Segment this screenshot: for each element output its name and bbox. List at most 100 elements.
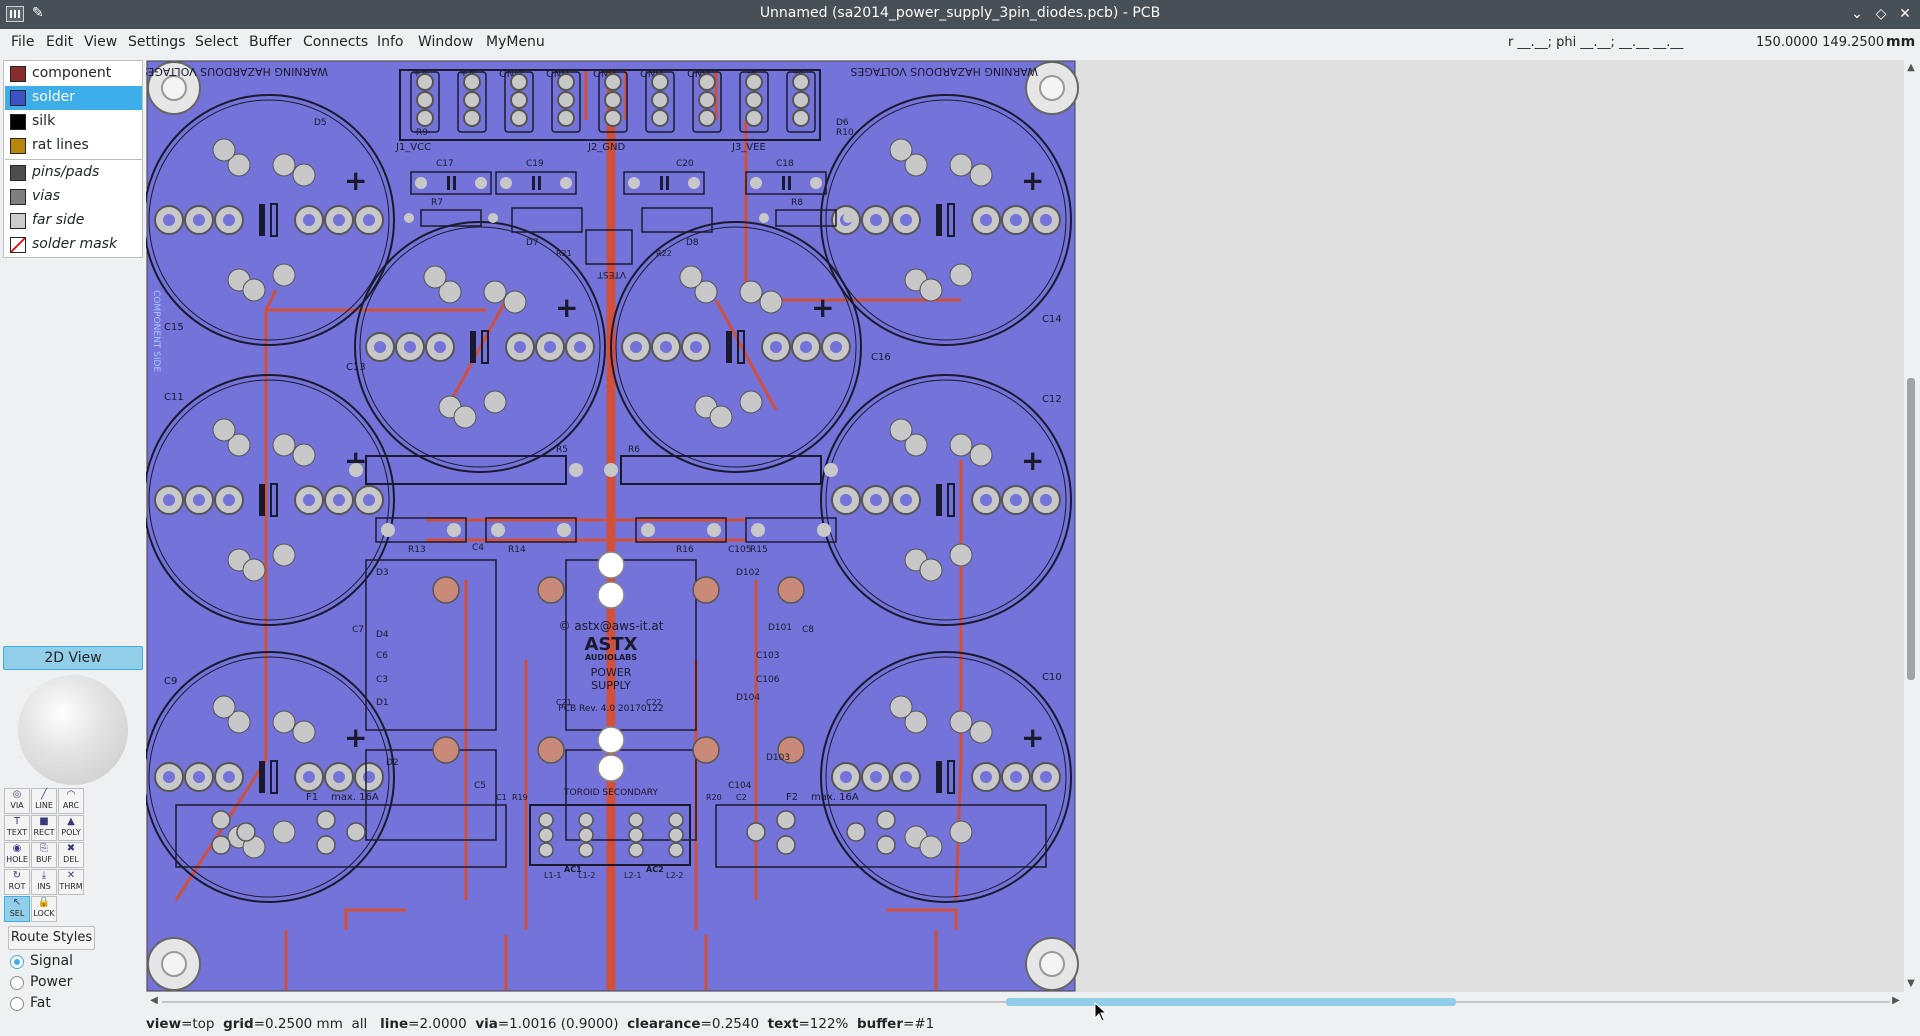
capacitor-pad[interactable]: [949, 153, 973, 177]
layer-color-swatch[interactable]: [10, 237, 26, 253]
connector-pad[interactable]: [604, 109, 622, 127]
connector-pad[interactable]: [416, 91, 434, 109]
small-cap-pad[interactable]: [415, 177, 427, 189]
capacitor-pad[interactable]: [423, 265, 447, 289]
capacitor-pad[interactable]: [969, 163, 993, 187]
capacitor-pad[interactable]: [889, 418, 913, 442]
capacitor-pad[interactable]: [292, 443, 316, 467]
resistor-pad[interactable]: [707, 523, 721, 537]
horizontal-scrollbar[interactable]: ◀ ▶: [146, 994, 1904, 1010]
capacitor-pad[interactable]: [272, 820, 296, 844]
capacitor-pad[interactable]: [503, 290, 527, 314]
connector-pad[interactable]: [745, 73, 763, 91]
2d-view-button[interactable]: 2D View: [3, 646, 143, 670]
layer-color-swatch[interactable]: [10, 90, 26, 106]
capacitor-pad[interactable]: [969, 443, 993, 467]
tool-via-button[interactable]: ◎ VIA: [4, 788, 30, 814]
tool-sel-button[interactable]: ↖ SEL: [4, 896, 30, 922]
tool-thrm-button[interactable]: ✕ THRM: [58, 869, 84, 895]
scroll-down-icon[interactable]: ▼: [1905, 978, 1917, 990]
route-style-signal[interactable]: Signal: [8, 952, 128, 972]
connector-pad[interactable]: [745, 91, 763, 109]
capacitor-pad[interactable]: [212, 695, 236, 719]
ac-pad[interactable]: [668, 827, 684, 843]
layer-far-side[interactable]: far side: [5, 209, 142, 233]
layer-color-swatch[interactable]: [10, 138, 26, 154]
connector-pad[interactable]: [604, 73, 622, 91]
menu-select[interactable]: Select: [195, 34, 238, 50]
connector-pad[interactable]: [745, 109, 763, 127]
layer-rat-lines[interactable]: rat lines: [5, 134, 142, 158]
layer-color-swatch[interactable]: [10, 165, 26, 181]
fuse-pad[interactable]: [316, 835, 336, 855]
menu-view[interactable]: View: [84, 34, 117, 50]
tool-buf-button[interactable]: ⎘ BUF: [31, 842, 57, 868]
fuse-pad[interactable]: [776, 810, 796, 830]
rectifier-pad[interactable]: [432, 576, 460, 604]
capacitor-pad[interactable]: [949, 263, 973, 287]
resistor-pad[interactable]: [488, 213, 498, 223]
capacitor-pad[interactable]: [272, 433, 296, 457]
tool-arc-button[interactable]: ◠ ARC: [58, 788, 84, 814]
connector-pad[interactable]: [651, 109, 669, 127]
connector-pad[interactable]: [463, 73, 481, 91]
tool-rect-button[interactable]: ■ RECT: [31, 815, 57, 841]
capacitor-pad[interactable]: [483, 280, 507, 304]
scroll-left-icon[interactable]: ◀: [148, 995, 160, 1009]
connector-pad[interactable]: [604, 91, 622, 109]
layer-vias[interactable]: vias: [5, 185, 142, 209]
vertical-scroll-thumb[interactable]: [1907, 378, 1915, 680]
menu-file[interactable]: File: [11, 34, 34, 50]
toroid-pad[interactable]: [597, 551, 625, 579]
close-icon[interactable]: ✕: [1894, 3, 1916, 25]
connector-pad[interactable]: [510, 73, 528, 91]
capacitor-pad[interactable]: [709, 405, 733, 429]
fuse-pad[interactable]: [316, 810, 336, 830]
connector-pad[interactable]: [792, 91, 810, 109]
connector-pad[interactable]: [557, 73, 575, 91]
resistor-pad[interactable]: [349, 463, 363, 477]
capacitor-pad[interactable]: [949, 820, 973, 844]
layer-solder-mask[interactable]: solder mask: [5, 233, 142, 257]
connector-pad[interactable]: [557, 109, 575, 127]
menu-edit[interactable]: Edit: [46, 34, 73, 50]
connector-pad[interactable]: [698, 91, 716, 109]
radio-button[interactable]: [10, 955, 24, 969]
small-cap-pad[interactable]: [810, 177, 822, 189]
capacitor-pad[interactable]: [739, 280, 763, 304]
menu-settings[interactable]: Settings: [128, 34, 185, 50]
tool-lock-button[interactable]: 🔒 LOCK: [31, 896, 57, 922]
menu-buffer[interactable]: Buffer: [249, 34, 292, 50]
menu-mymenu[interactable]: MyMenu: [486, 34, 545, 50]
connector-pad[interactable]: [698, 109, 716, 127]
small-cap-pad[interactable]: [688, 177, 700, 189]
resistor-pad[interactable]: [569, 463, 583, 477]
rectifier-pad[interactable]: [777, 576, 805, 604]
fuse-pad[interactable]: [236, 822, 256, 842]
layer-pins-pads[interactable]: pins/pads: [5, 161, 142, 185]
resistor-pad[interactable]: [641, 523, 655, 537]
fuse-pad[interactable]: [211, 835, 231, 855]
units-toggle[interactable]: mm: [1886, 34, 1915, 50]
toroid-pad[interactable]: [597, 726, 625, 754]
layer-solder[interactable]: solder: [5, 86, 142, 110]
capacitor-pad[interactable]: [949, 710, 973, 734]
fuse-pad[interactable]: [776, 835, 796, 855]
small-cap-pad[interactable]: [750, 177, 762, 189]
capacitor-pad[interactable]: [483, 390, 507, 414]
tool-rot-button[interactable]: ↻ ROT: [4, 869, 30, 895]
capacitor-pad[interactable]: [272, 263, 296, 287]
fuse-pad[interactable]: [346, 822, 366, 842]
capacitor-pad[interactable]: [272, 153, 296, 177]
fuse-pad[interactable]: [746, 822, 766, 842]
capacitor-pad[interactable]: [272, 543, 296, 567]
tool-poly-button[interactable]: ▲ POLY: [58, 815, 84, 841]
fuse-pad[interactable]: [211, 810, 231, 830]
capacitor-pad[interactable]: [919, 278, 943, 302]
capacitor-pad[interactable]: [759, 290, 783, 314]
ac-pad[interactable]: [628, 827, 644, 843]
scroll-up-icon[interactable]: ▲: [1905, 62, 1917, 74]
small-cap-pad[interactable]: [628, 177, 640, 189]
ac-pad[interactable]: [578, 827, 594, 843]
ac-pad[interactable]: [538, 842, 554, 858]
